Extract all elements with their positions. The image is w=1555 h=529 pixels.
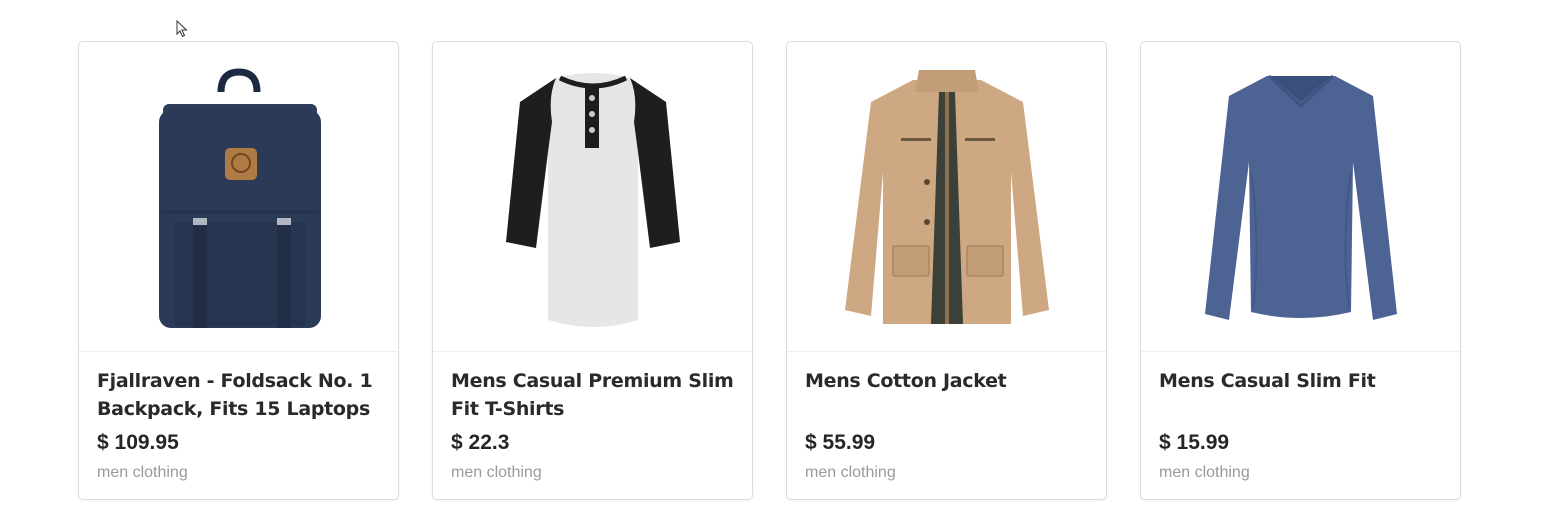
product-info: Fjallraven - Foldsack No. 1 Backpack, Fi… bbox=[79, 352, 398, 483]
product-title[interactable]: Mens Casual Slim Fit bbox=[1159, 367, 1442, 423]
product-price: $ 109.95 bbox=[97, 431, 179, 454]
raglan-tshirt-image bbox=[505, 72, 680, 327]
product-grid: Fjallraven - Foldsack No. 1 Backpack, Fi… bbox=[78, 41, 1461, 500]
product-card[interactable]: Mens Casual Slim Fit $ 15.99 men clothin… bbox=[1140, 41, 1461, 500]
product-title[interactable]: Fjallraven - Foldsack No. 1 Backpack, Fi… bbox=[97, 367, 380, 423]
product-card[interactable]: Mens Casual Premium Slim Fit T-Shirts $ … bbox=[432, 41, 753, 500]
product-card[interactable]: Mens Cotton Jacket $ 55.99 men clothing bbox=[786, 41, 1107, 500]
long-sleeve-shirt-image bbox=[1204, 74, 1397, 320]
mouse-pointer-icon bbox=[176, 20, 188, 38]
product-category: men clothing bbox=[805, 464, 896, 481]
product-image[interactable] bbox=[1141, 42, 1460, 352]
cotton-jacket-image bbox=[844, 69, 1049, 324]
product-title[interactable]: Mens Cotton Jacket bbox=[805, 367, 1088, 423]
product-info: Mens Casual Slim Fit $ 15.99 men clothin… bbox=[1141, 352, 1460, 483]
product-price: $ 22.3 bbox=[451, 431, 510, 454]
product-info: Mens Casual Premium Slim Fit T-Shirts $ … bbox=[433, 352, 752, 483]
product-category: men clothing bbox=[451, 464, 542, 481]
product-category: men clothing bbox=[1159, 464, 1250, 481]
product-category: men clothing bbox=[97, 464, 188, 481]
product-info: Mens Cotton Jacket $ 55.99 men clothing bbox=[787, 352, 1106, 483]
product-price: $ 15.99 bbox=[1159, 431, 1230, 454]
product-image[interactable] bbox=[433, 42, 752, 352]
product-card[interactable]: Fjallraven - Foldsack No. 1 Backpack, Fi… bbox=[78, 41, 399, 500]
page: Fjallraven - Foldsack No. 1 Backpack, Fi… bbox=[0, 0, 1555, 529]
product-image[interactable] bbox=[787, 42, 1106, 352]
product-image[interactable] bbox=[79, 42, 398, 352]
product-title[interactable]: Mens Casual Premium Slim Fit T-Shirts bbox=[451, 367, 734, 423]
product-price: $ 55.99 bbox=[805, 431, 876, 454]
backpack-image bbox=[158, 67, 321, 328]
